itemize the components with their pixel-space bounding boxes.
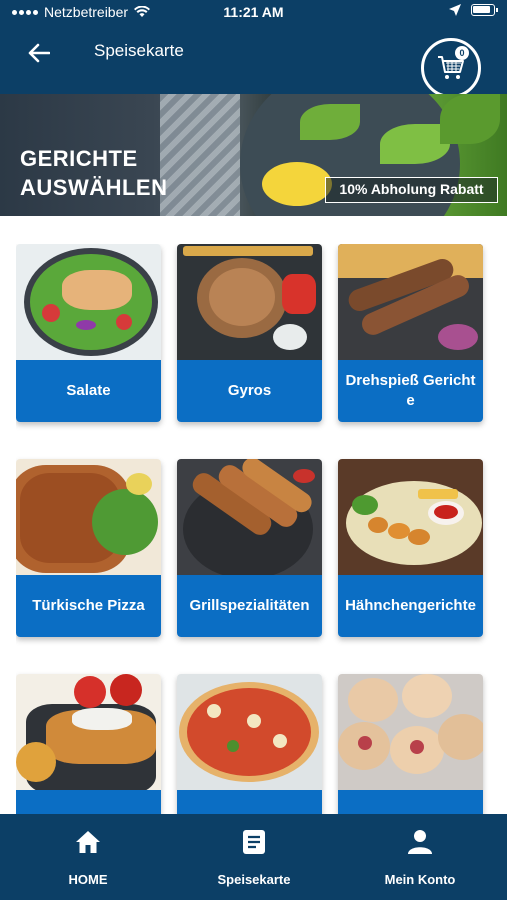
tab-home[interactable]: HOME	[38, 814, 138, 900]
location-arrow-icon	[449, 4, 461, 16]
category-image	[16, 674, 161, 790]
banner-napkin	[160, 94, 240, 216]
category-image	[177, 459, 322, 575]
category-card-salate[interactable]: Salate	[16, 244, 161, 422]
category-label: Drehspieß Gerichte	[338, 360, 483, 422]
nav-row: Speisekarte 0	[0, 30, 507, 98]
menu-document-icon	[243, 830, 265, 854]
tab-label: Speisekarte	[217, 872, 291, 887]
tab-label: Mein Konto	[384, 872, 456, 887]
user-icon	[408, 830, 432, 854]
category-image	[16, 459, 161, 575]
battery-icon	[471, 4, 498, 16]
category-label	[16, 790, 161, 814]
home-icon	[76, 831, 100, 853]
banner-leaf	[440, 94, 500, 144]
discount-badge: 10% Abholung Rabatt	[325, 177, 498, 203]
category-grid: Salate Gyros Drehspieß Gerichte Türkisch…	[16, 244, 491, 814]
category-card-gyros[interactable]: Gyros	[177, 244, 322, 422]
category-card-haehnchengerichte[interactable]: Hähnchengerichte	[338, 459, 483, 637]
category-image	[338, 459, 483, 575]
category-card-drehspiess[interactable]: Drehspieß Gerichte	[338, 244, 483, 422]
category-card-gefuellte[interactable]: Gefüllte	[338, 674, 483, 814]
banner-title-line: GERICHTE	[20, 146, 138, 171]
category-label: Grillspezialitäten	[177, 575, 322, 637]
category-image	[338, 674, 483, 790]
category-card[interactable]	[16, 674, 161, 814]
cart-count-badge: 0	[455, 46, 469, 60]
top-bar: Netzbetreiber 11:21 AM Speisekarte 0	[0, 0, 507, 98]
category-card[interactable]	[177, 674, 322, 814]
category-label: Hähnchengerichte	[338, 575, 483, 637]
category-image	[177, 674, 322, 790]
back-button[interactable]	[22, 36, 56, 70]
category-card-tuerkische-pizza[interactable]: Türkische Pizza	[16, 459, 161, 637]
status-right	[449, 4, 498, 16]
tab-label: HOME	[68, 872, 108, 887]
tab-speisekarte[interactable]: Speisekarte	[204, 814, 304, 900]
category-label	[177, 790, 322, 814]
bottom-tab-bar: HOME Speisekarte Mein Konto	[0, 814, 507, 900]
category-label: Türkische Pizza	[16, 575, 161, 637]
banner-leaf	[300, 104, 360, 140]
arrow-left-icon	[28, 43, 50, 63]
banner-lemon	[262, 162, 332, 206]
category-card-grillspezialitaeten[interactable]: Grillspezialitäten	[177, 459, 322, 637]
category-image	[16, 244, 161, 360]
cart-button[interactable]: 0	[421, 38, 481, 98]
status-bar: Netzbetreiber 11:21 AM	[0, 0, 507, 26]
category-label: Gyros	[177, 360, 322, 422]
banner-title: GERICHTE AUSWÄHLEN	[20, 144, 168, 202]
category-image	[338, 244, 483, 360]
tab-mein-konto[interactable]: Mein Konto	[370, 814, 470, 900]
category-image	[177, 244, 322, 360]
status-time: 11:21 AM	[223, 4, 284, 20]
banner-title-line: AUSWÄHLEN	[20, 175, 168, 200]
category-label: Salate	[16, 360, 161, 422]
page-title: Speisekarte	[94, 41, 184, 60]
category-label: Gefüllte	[338, 790, 483, 814]
menu-banner: GERICHTE AUSWÄHLEN 10% Abholung Rabatt	[0, 94, 507, 216]
